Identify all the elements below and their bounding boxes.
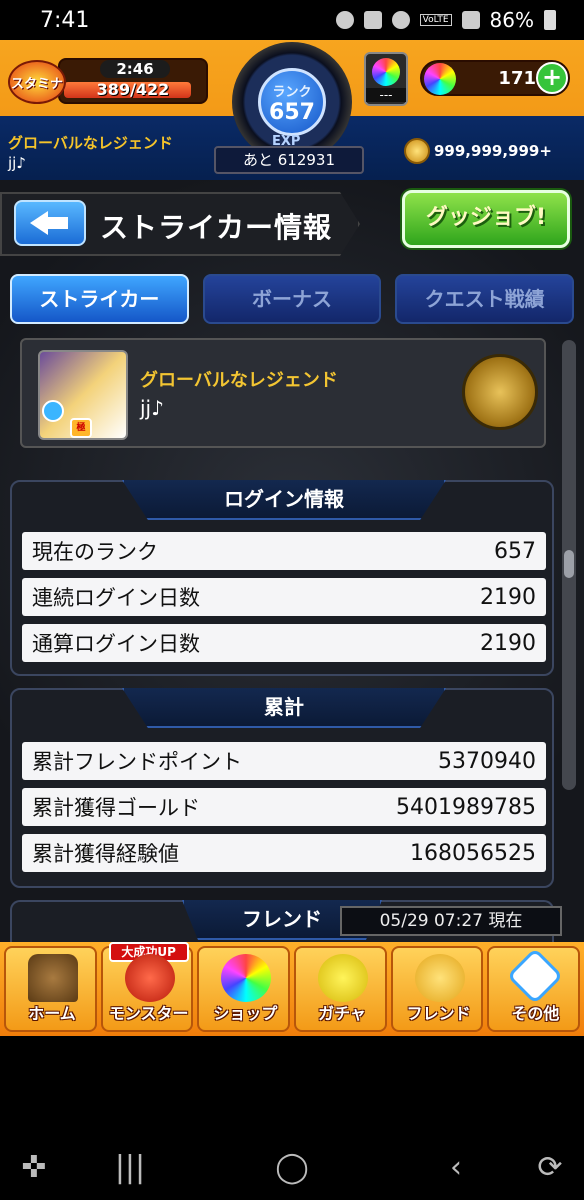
back-nav-button[interactable]: ‹ <box>434 1146 478 1190</box>
nav-shop[interactable]: ショップ <box>197 946 291 1032</box>
player-title: グローバルなレジェンド <box>8 134 173 152</box>
orb-storage-label: --- <box>366 88 406 102</box>
nav-gacha[interactable]: ガチャ <box>294 946 387 1032</box>
tab-bar: ストライカー ボーナス クエスト戦績 <box>10 274 575 324</box>
system-nav-bar: ✜ ||| ◯ ‹ ⟳ <box>0 1036 584 1200</box>
stat-value: 657 <box>494 538 536 564</box>
login-info-section: ログイン情報 現在のランク 657 連続ログイン日数 2190 通算ログイン日数… <box>10 480 554 676</box>
stat-label: 累計フレンドポイント <box>32 750 242 774</box>
game-launcher-icon[interactable]: ✜ <box>12 1146 56 1190</box>
stat-value: 2190 <box>480 630 536 656</box>
nav-label: ガチャ <box>318 1004 366 1023</box>
nav-label: モンスター <box>108 1004 189 1023</box>
stamina-label: スタミナ <box>8 60 66 104</box>
orb-icon <box>372 58 400 86</box>
avatar[interactable]: 極 <box>38 350 128 440</box>
mute-icon <box>363 11 382 29</box>
tab-bonus[interactable]: ボーナス <box>202 274 382 324</box>
stamina-value: 389/422 <box>96 80 170 99</box>
tab-striker[interactable]: ストライカー <box>10 274 189 324</box>
rainbow-orb-icon <box>424 63 456 95</box>
recent-apps-button[interactable]: ||| <box>108 1146 152 1190</box>
stat-row: 累計フレンドポイント 5370940 <box>22 742 546 780</box>
monster-icon <box>124 954 175 1002</box>
friend-timestamp: 05/29 07:27 現在 <box>340 906 562 936</box>
stat-label: 連続ログイン日数 <box>32 586 200 610</box>
main-content: ストライカー情報 グッジョブ! ストライカー ボーナス クエスト戦績 極 グロー… <box>0 180 584 942</box>
status-bar: 7:41 VoLTE 86% <box>0 0 584 40</box>
signal-icon <box>461 11 480 29</box>
stamina-timer: 2:46 <box>100 60 170 78</box>
alarm-icon <box>335 11 354 29</box>
scrollbar-thumb[interactable] <box>564 550 574 578</box>
section-heading: 累計 <box>122 688 446 728</box>
gold-coin-icon <box>404 138 430 164</box>
gold-counter: 999,999,999+ <box>404 138 552 164</box>
stat-label: 累計獲得ゴールド <box>32 796 200 820</box>
nav-label: その他 <box>511 1004 560 1023</box>
goodjob-button[interactable]: グッジョブ! <box>402 190 570 248</box>
nav-other[interactable]: その他 <box>487 946 581 1032</box>
exp-remaining: あと 612931 <box>214 146 364 174</box>
friend-icon <box>414 954 465 1002</box>
gold-value: 999,999,999+ <box>434 142 552 160</box>
add-orb-button[interactable]: + <box>536 62 568 94</box>
stat-row: 累計獲得ゴールド 5401989785 <box>22 788 546 826</box>
totals-section: 累計 累計フレンドポイント 5370940 累計獲得ゴールド 540198978… <box>10 688 554 888</box>
nav-label: ホーム <box>28 1004 76 1023</box>
stamina-gauge: 2:46 389/422 スタミナ <box>8 54 208 108</box>
home-button[interactable]: ◯ <box>270 1146 314 1190</box>
profile-name: jj♪ <box>140 396 164 420</box>
stat-value: 2190 <box>480 584 536 610</box>
wifi-icon <box>391 11 410 29</box>
section-heading: ログイン情報 <box>122 480 446 520</box>
stat-label: 累計獲得経験値 <box>32 842 179 866</box>
battery-icon <box>544 10 556 30</box>
stat-value: 5401989785 <box>396 794 536 820</box>
scrollbar[interactable] <box>562 340 576 790</box>
stat-label: 通算ログイン日数 <box>32 632 200 656</box>
status-time: 7:41 <box>40 7 90 33</box>
player-name: jj♪ <box>8 154 26 172</box>
profile-card: 極 グローバルなレジェンド jj♪ <box>20 338 546 448</box>
screen-rotate-icon[interactable]: ⟳ <box>528 1146 572 1190</box>
stat-row: 連続ログイン日数 2190 <box>22 578 546 616</box>
rank-orb: ランク 657 <box>258 68 326 136</box>
gacha-icon <box>318 954 369 1002</box>
nav-monster[interactable]: 大成功UP モンスター <box>100 942 194 1032</box>
stat-label: 現在のランク <box>32 540 158 564</box>
nav-label: ショップ <box>213 1004 278 1023</box>
shop-orb-icon <box>221 954 272 1002</box>
emblem-icon[interactable] <box>462 354 538 430</box>
rank-value: 657 <box>269 100 315 125</box>
battery-percent: 86% <box>489 8 534 32</box>
nav-friend[interactable]: フレンド <box>390 946 484 1032</box>
friend-section: フレンド 05/29 07:27 現在 <box>10 900 562 942</box>
nav-home[interactable]: ホーム <box>4 946 97 1032</box>
stat-row: 累計獲得経験値 168056525 <box>22 834 546 872</box>
stat-value: 5370940 <box>438 748 536 774</box>
rank-label: ランク <box>272 85 312 100</box>
stamina-bar: 2:46 389/422 <box>58 58 208 104</box>
nav-label: フレンド <box>406 1004 471 1023</box>
stat-row: 現在のランク 657 <box>22 532 546 570</box>
profile-title: グローバルなレジェンド <box>140 370 338 391</box>
game-header: 2:46 389/422 スタミナ ランク 657 EXP あと 612931 … <box>0 40 584 180</box>
orb-count: 171 <box>498 68 536 89</box>
tab-quest-record[interactable]: クエスト戦績 <box>395 274 575 324</box>
page-title: ストライカー情報 <box>100 211 333 244</box>
orb-counter: 171 + <box>420 60 570 96</box>
volte-icon: VoLTE <box>419 14 452 26</box>
orb-storage-button[interactable]: --- <box>364 52 408 106</box>
rarity-badge: 極 <box>70 418 92 438</box>
stat-row: 通算ログイン日数 2190 <box>22 624 546 662</box>
stat-value: 168056525 <box>410 840 536 866</box>
bottom-nav: ホーム 大成功UP モンスター ショップ ガチャ フレンド その他 <box>0 942 584 1036</box>
status-icons: VoLTE 86% <box>335 8 556 32</box>
other-icon <box>507 947 564 1005</box>
back-button[interactable] <box>14 200 86 246</box>
element-badge-icon <box>42 400 64 422</box>
home-icon <box>28 954 78 1002</box>
